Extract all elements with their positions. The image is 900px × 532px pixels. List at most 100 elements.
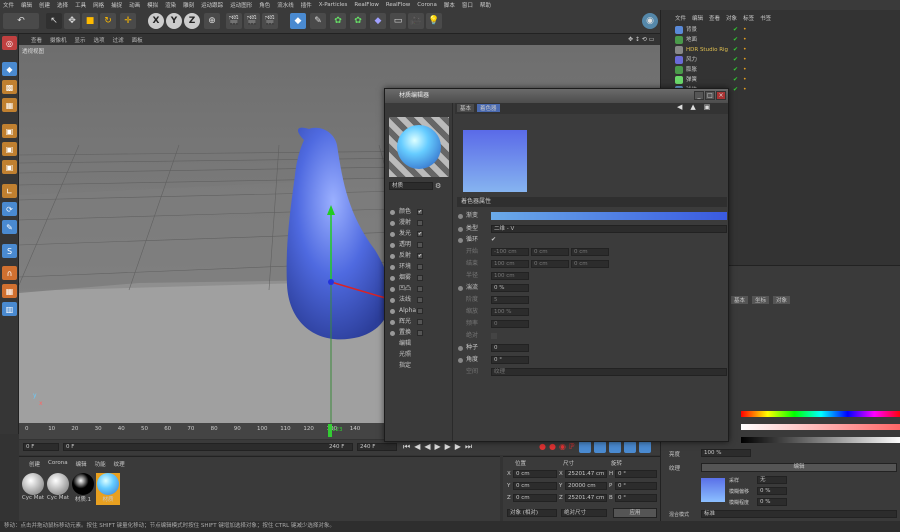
y-axis-icon[interactable]: Y: [166, 13, 182, 29]
menu-item[interactable]: 模拟: [147, 1, 158, 9]
channel-checkbox[interactable]: [417, 275, 423, 281]
menu-item[interactable]: 渲染: [165, 1, 176, 9]
channel-checkbox[interactable]: [417, 242, 423, 248]
coord-apply-button[interactable]: 应用: [613, 508, 657, 518]
channel-item[interactable]: 辉光: [387, 317, 451, 327]
radius-field[interactable]: 100 cm: [491, 272, 529, 280]
brush-icon[interactable]: ✎: [2, 220, 17, 234]
menu-item[interactable]: 文件: [3, 1, 14, 9]
render-region-icon[interactable]: 🎬: [226, 13, 242, 29]
coord-rot-field[interactable]: 0 °: [615, 470, 657, 478]
menu-item[interactable]: RealFlow: [386, 2, 410, 8]
object-tag-icon[interactable]: •: [743, 77, 749, 83]
channel-item[interactable]: 颜色 ✔: [387, 207, 451, 217]
axis-mode-icon[interactable]: ∟: [2, 184, 17, 198]
environment-icon[interactable]: ▭: [390, 13, 406, 29]
coord-size-field[interactable]: 25201.47 cm: [565, 470, 607, 478]
layout-globe-icon[interactable]: ◉: [642, 13, 658, 29]
start-x-field[interactable]: -100 cm: [491, 248, 529, 256]
mixmode-select[interactable]: 标准: [701, 510, 897, 518]
object-row[interactable]: 背景 ✔ •: [665, 25, 897, 35]
object-row[interactable]: 地面 ✔ •: [665, 35, 897, 45]
channel-item[interactable]: 置换: [387, 328, 451, 338]
channel-item[interactable]: 光照: [387, 350, 451, 360]
object-visible-icon[interactable]: ✔: [733, 47, 739, 53]
material-preview[interactable]: [389, 117, 449, 177]
material-menu-item[interactable]: Corona: [48, 460, 68, 468]
coord-pos-field[interactable]: 0 cm: [513, 470, 557, 478]
channel-item[interactable]: 发光 ✔: [387, 229, 451, 239]
viewport-nav-icons[interactable]: ✥ ↕ ⟲ ▭: [628, 36, 654, 43]
coord-size-field[interactable]: 25201.47 cm: [565, 494, 607, 502]
param-key-icon[interactable]: [624, 441, 636, 453]
move-tool-icon[interactable]: ✥: [64, 13, 80, 29]
snap-icon[interactable]: S: [2, 244, 17, 258]
coord-size-mode-select[interactable]: 绝对尺寸: [561, 509, 607, 517]
menu-item[interactable]: 雕刻: [183, 1, 194, 9]
tweak-mode-icon[interactable]: ⟳: [2, 202, 17, 216]
mode-texture-icon[interactable]: ▩: [2, 80, 17, 94]
render-view-icon[interactable]: 🎬: [244, 13, 260, 29]
object-visible-icon[interactable]: ✔: [733, 57, 739, 63]
mode-polygons-icon[interactable]: ▣: [2, 160, 17, 174]
mode-workplane-icon[interactable]: ▦: [2, 98, 17, 112]
rotate-tool-icon[interactable]: ↻: [100, 13, 116, 29]
cube-icon[interactable]: ◆: [290, 13, 306, 29]
channel-item[interactable]: 凹凸: [387, 284, 451, 294]
menu-item[interactable]: RealFlow: [354, 2, 378, 8]
array-icon[interactable]: ✿: [350, 13, 366, 29]
object-visible-icon[interactable]: ✔: [733, 37, 739, 43]
value-slider[interactable]: [741, 437, 900, 443]
deformer-icon[interactable]: ◆: [370, 13, 386, 29]
material-menu-item[interactable]: 创建: [29, 460, 40, 468]
channel-checkbox[interactable]: [417, 264, 423, 270]
channel-checkbox[interactable]: [417, 308, 423, 314]
object-row[interactable]: 风力 ✔ •: [665, 55, 897, 65]
menu-item[interactable]: 动画: [129, 1, 140, 9]
end-y-field[interactable]: 0 cm: [531, 260, 569, 268]
menu-item[interactable]: X-Particles: [319, 2, 348, 8]
object-tag-icon[interactable]: •: [743, 57, 749, 63]
space-select[interactable]: 纹理: [491, 368, 727, 376]
type-select[interactable]: 二维 - V: [491, 225, 727, 233]
viewport-menu-item[interactable]: 查看: [31, 36, 42, 44]
menu-item[interactable]: 创建: [39, 1, 50, 9]
viewport-menu-item[interactable]: 摄像机: [50, 36, 67, 44]
pen-icon[interactable]: ✎: [310, 13, 326, 29]
material-thumbnail[interactable]: Cyc Mat: [21, 473, 45, 505]
menu-item[interactable]: 帮助: [480, 1, 491, 9]
floor-grid-icon[interactable]: ▦: [2, 284, 17, 298]
mode-points-icon[interactable]: ▣: [2, 124, 17, 138]
mode-edges-icon[interactable]: ▣: [2, 142, 17, 156]
subdivision-icon[interactable]: ✿: [330, 13, 346, 29]
mix-field[interactable]: 100 %: [701, 449, 751, 457]
octaves-field[interactable]: 5: [491, 296, 529, 304]
menu-item[interactable]: 工具: [75, 1, 86, 9]
menu-item[interactable]: 运动图形: [230, 1, 252, 9]
object-tag-icon[interactable]: •: [743, 47, 749, 53]
render-settings-icon[interactable]: 🎬: [262, 13, 278, 29]
end-x-field[interactable]: 100 cm: [491, 260, 529, 268]
x-axis-icon[interactable]: X: [148, 13, 164, 29]
editor-tab[interactable]: 基本: [457, 104, 475, 112]
viewport-menu-item[interactable]: 显示: [75, 36, 86, 44]
object-tag-icon[interactable]: •: [743, 37, 749, 43]
select-tool-icon[interactable]: ↖: [46, 13, 62, 29]
object-row[interactable]: HDR Studio Rig ✔ •: [665, 45, 897, 55]
magnet-icon[interactable]: ∩: [2, 266, 17, 280]
texture-edit-button[interactable]: 编辑: [701, 463, 897, 472]
minimize-button[interactable]: _: [694, 91, 704, 100]
maximize-button[interactable]: □: [705, 91, 715, 100]
menu-item[interactable]: 插件: [301, 1, 312, 9]
material-menu-item[interactable]: 纹理: [114, 460, 125, 468]
object-menu-item[interactable]: 对象: [726, 14, 737, 22]
channel-item[interactable]: Alpha: [387, 306, 451, 316]
menu-item[interactable]: 窗口: [462, 1, 473, 9]
mode-model-icon[interactable]: ◆: [2, 62, 17, 76]
current-frame-field[interactable]: 0 F: [23, 443, 59, 451]
absolute-checkbox[interactable]: [491, 333, 497, 339]
menu-item[interactable]: 流水线: [277, 1, 294, 9]
channel-item[interactable]: 编辑: [387, 339, 451, 349]
material-thumbnail[interactable]: 材质.1: [71, 473, 95, 505]
channel-checkbox[interactable]: ✔: [417, 231, 423, 237]
